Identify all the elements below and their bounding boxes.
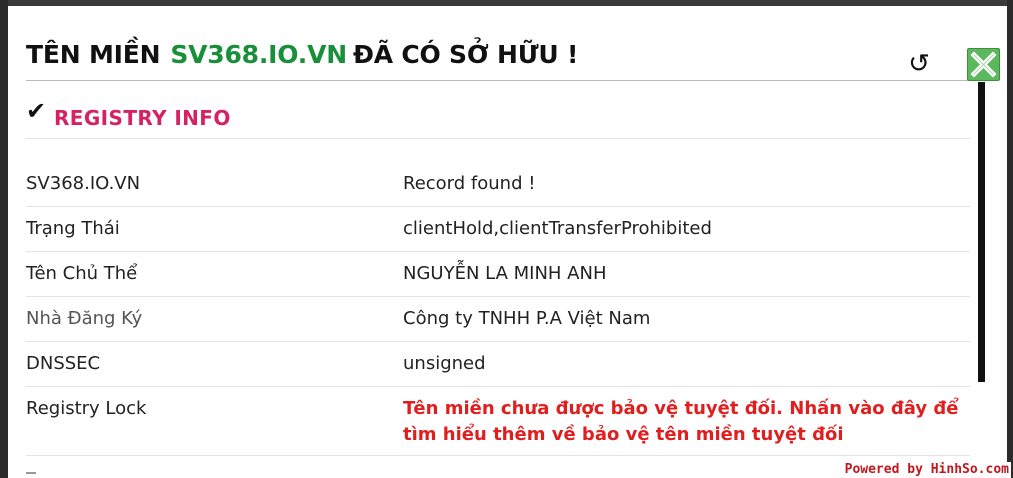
table-row: Nhà Đăng Ký Công ty TNHH P.A Việt Nam — [26, 297, 970, 342]
watermark: Powered by HinhSo.com — [842, 462, 1011, 478]
row-value-record: Record found ! — [403, 173, 536, 194]
table-row: Trạng Thái clientHold,clientTransferProh… — [26, 207, 970, 252]
refresh-icon[interactable]: ↺ — [906, 50, 932, 78]
row-label-registry-lock: Registry Lock — [26, 398, 147, 419]
next-row-hint — [26, 472, 36, 478]
table-row: Tên Chủ Thể NGUYỄN LA MINH ANH — [26, 252, 970, 297]
close-icon[interactable] — [967, 48, 1000, 81]
table-row: Registry Lock Tên miền chưa được bảo vệ … — [26, 387, 970, 456]
row-value-owner: NGUYỄN LA MINH ANH — [403, 263, 607, 284]
table-row: DNSSEC unsigned — [26, 342, 970, 387]
registry-lock-warning-link[interactable]: Tên miền chưa được bảo vệ tuyệt đối. Nhấ… — [403, 396, 963, 448]
registry-info-heading: ✔ REGISTRY INFO — [26, 97, 970, 139]
domain-info-modal: TÊN MIỀN SV368.IO.VN ĐÃ CÓ SỞ HỮU ! ↺ ✔ RE… — [8, 6, 1007, 478]
backdrop-right — [1007, 0, 1013, 478]
title-suffix: ĐÃ CÓ SỞ HỮU ! — [352, 40, 579, 69]
section-title: REGISTRY INFO — [54, 106, 231, 130]
title-prefix: TÊN MIỀN — [26, 40, 161, 69]
row-value-status: clientHold,clientTransferProhibited — [403, 218, 712, 239]
modal-header: TÊN MIỀN SV368.IO.VN ĐÃ CÓ SỞ HỮU ! ↺ — [26, 36, 1000, 81]
row-value-dnssec: unsigned — [403, 353, 486, 374]
row-label-domain: SV368.IO.VN — [26, 173, 141, 194]
scrollbar[interactable] — [978, 82, 985, 382]
row-value-registrar: Công ty TNHH P.A Việt Nam — [403, 308, 651, 329]
row-label-status: Trạng Thái — [26, 218, 120, 239]
modal-title: TÊN MIỀN SV368.IO.VN ĐÃ CÓ SỞ HỮU ! — [26, 40, 578, 69]
row-label-dnssec: DNSSEC — [26, 353, 101, 374]
registry-info-table: SV368.IO.VN Record found ! Trạng Thái cl… — [26, 162, 970, 456]
check-icon: ✔ — [26, 97, 47, 125]
title-domain: SV368.IO.VN — [170, 40, 347, 69]
table-row: SV368.IO.VN Record found ! — [26, 162, 970, 207]
row-label-registrar: Nhà Đăng Ký — [26, 308, 143, 329]
backdrop-left — [0, 0, 8, 478]
row-label-owner: Tên Chủ Thể — [26, 263, 138, 284]
